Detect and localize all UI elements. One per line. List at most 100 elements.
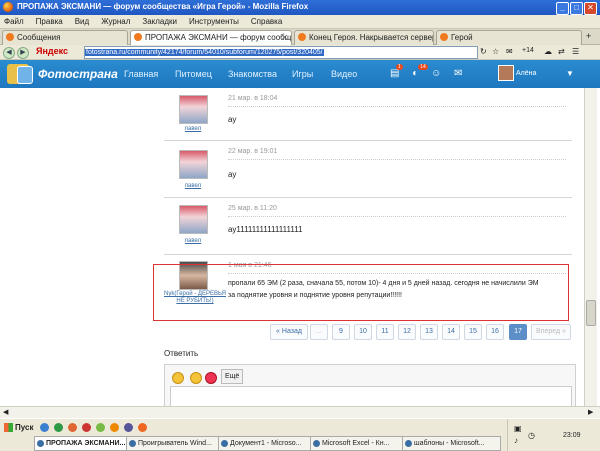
tab-forum-post[interactable]: ПРОПАЖА ЭКСМАНИ — форум сообще... ✕: [130, 30, 292, 45]
menu-view[interactable]: Вид: [75, 15, 89, 28]
nav-home[interactable]: Главная: [124, 69, 158, 79]
scroll-right-icon[interactable]: ▶: [588, 408, 593, 416]
scrollbar-thumb[interactable]: [586, 300, 596, 326]
reply-textarea[interactable]: [170, 386, 572, 408]
quicklaunch-media-icon[interactable]: [54, 423, 63, 432]
quicklaunch-app-icon[interactable]: [138, 423, 147, 432]
post-author[interactable]: павел: [164, 183, 222, 189]
quicklaunch-app-icon[interactable]: [124, 423, 133, 432]
taskbar-clock[interactable]: 23:09: [563, 432, 581, 439]
avatar[interactable]: [179, 150, 208, 179]
smiley-icon[interactable]: [205, 372, 217, 384]
menu-tools[interactable]: Инструменты: [189, 15, 239, 28]
post-author[interactable]: павел: [164, 126, 222, 132]
pagination-page[interactable]: 11: [376, 324, 394, 340]
pagination-page[interactable]: 13: [420, 324, 438, 340]
system-tray: ▣ ♪ ◷: [507, 419, 600, 451]
tab-close-icon[interactable]: ✕: [281, 31, 288, 45]
events-icon[interactable]: ◐ 14: [412, 64, 428, 79]
taskbar-item[interactable]: Проигрыватель Wind...: [126, 436, 225, 451]
menu-help[interactable]: Справка: [251, 15, 282, 28]
tab-favicon-icon: [134, 33, 142, 41]
tab-hero[interactable]: Герой: [436, 30, 582, 45]
quicklaunch-firefox-icon[interactable]: [68, 423, 77, 432]
pagination-page[interactable]: 10: [354, 324, 372, 340]
user-avatar[interactable]: [498, 65, 514, 81]
menu-bookmarks[interactable]: Закладки: [142, 15, 177, 28]
maximize-button[interactable]: □: [570, 2, 583, 15]
smiley-icon[interactable]: [172, 372, 184, 384]
messages-icon[interactable]: ✉: [454, 68, 462, 79]
mail-icon[interactable]: ✉: [506, 47, 513, 56]
pagination-page[interactable]: 16: [486, 324, 504, 340]
pagination-prev[interactable]: « Назад: [270, 324, 308, 340]
smiley-icon[interactable]: [190, 372, 202, 384]
menu-edit[interactable]: Правка: [36, 15, 63, 28]
friends-icon[interactable]: ☺: [431, 68, 441, 79]
user-menu-chevron-down-icon[interactable]: ▼: [566, 69, 574, 78]
quicklaunch-desktop-icon[interactable]: [40, 423, 49, 432]
events-badge: 14: [418, 64, 428, 70]
menu-history[interactable]: Журнал: [101, 15, 130, 28]
tab-messages[interactable]: Сообщения: [2, 30, 128, 45]
navigation-bar: ◀ ▶ Яндекс fotostrana.ru/community/42174…: [0, 45, 600, 60]
tab-label: Конец Героя. Накрывается сервер —...: [309, 33, 434, 42]
taskbar-item[interactable]: Microsoft Excel - Кн...: [310, 436, 409, 451]
new-tab-icon[interactable]: +: [586, 31, 591, 41]
translate-icon[interactable]: ⇄: [558, 47, 565, 56]
nav-dating[interactable]: Знакомства: [228, 69, 277, 79]
tab-favicon-icon: [298, 33, 306, 41]
reload-icon[interactable]: ↻: [480, 47, 487, 56]
more-emoji-button[interactable]: Ещё: [221, 369, 244, 384]
taskbar-item[interactable]: шаблоны - Microsoft...: [402, 436, 501, 451]
firefox-icon: [3, 2, 13, 12]
post-text: ау: [228, 115, 237, 124]
back-icon[interactable]: ◀: [3, 47, 15, 59]
yandex-logo[interactable]: Яндекс: [36, 46, 68, 56]
brand-name[interactable]: Фотострана: [38, 67, 118, 81]
pagination-page[interactable]: 9: [332, 324, 350, 340]
avatar[interactable]: [179, 95, 208, 124]
vertical-scrollbar[interactable]: [584, 88, 597, 406]
reply-heading: Ответить: [164, 349, 199, 358]
avatar[interactable]: [179, 205, 208, 234]
quicklaunch-opera-icon[interactable]: [82, 423, 91, 432]
tab-bar: Сообщения ПРОПАЖА ЭКСМАНИ — форум сообще…: [0, 29, 600, 45]
pagination-page[interactable]: 15: [464, 324, 482, 340]
forward-icon[interactable]: ▶: [17, 47, 29, 59]
tab-favicon-icon: [6, 33, 14, 41]
window-title: ПРОПАЖА ЭКСМАНИ — форум сообщества «Игра…: [17, 2, 309, 11]
menu-icon[interactable]: ☰: [572, 47, 579, 56]
pagination-dots: ...: [310, 324, 328, 340]
start-button[interactable]: Пуск: [2, 421, 36, 434]
nav-games[interactable]: Игры: [292, 69, 313, 79]
menu-file[interactable]: Файл: [4, 15, 24, 28]
quicklaunch-chrome-icon[interactable]: [96, 423, 105, 432]
pagination-page[interactable]: 14: [442, 324, 460, 340]
volume-icon[interactable]: ♪: [514, 436, 518, 445]
address-bar[interactable]: fotostrana.ru/community/42174/forum/5401…: [84, 46, 478, 59]
quicklaunch-app-icon[interactable]: [110, 423, 119, 432]
tab-label: ПРОПАЖА ЭКСМАНИ — форум сообще...: [145, 33, 292, 42]
taskbar-item[interactable]: ПРОПАЖА ЭКСМАНИ...: [34, 436, 133, 451]
pagination-page[interactable]: 12: [398, 324, 416, 340]
post-text: ау: [228, 170, 237, 179]
post-author[interactable]: павел: [164, 238, 222, 244]
post-divider: [228, 159, 566, 160]
menu-bar: Файл Правка Вид Журнал Закладки Инструменты Сп…: [0, 15, 600, 29]
nav-video[interactable]: Видео: [331, 69, 357, 79]
network-icon[interactable]: ▣: [514, 424, 522, 433]
post-date: 21 мар. в 18:04: [228, 95, 278, 102]
notifications-icon[interactable]: ▤ 1: [390, 64, 403, 79]
scroll-left-icon[interactable]: ◀: [3, 408, 8, 416]
tab-hero-server[interactable]: Конец Героя. Накрывается сервер —...: [294, 30, 434, 45]
clock-icon[interactable]: ◷: [528, 431, 535, 440]
pagination-current-page[interactable]: 17: [509, 324, 527, 340]
user-name[interactable]: Алёна: [516, 70, 536, 77]
star-icon[interactable]: ☆: [492, 47, 499, 56]
nav-pet[interactable]: Питомец: [175, 69, 212, 79]
weather-icon[interactable]: ☁: [544, 47, 552, 56]
taskbar-item[interactable]: Документ1 - Microso...: [218, 436, 317, 451]
close-button[interactable]: ✕: [584, 2, 597, 15]
minimize-button[interactable]: _: [556, 2, 569, 15]
